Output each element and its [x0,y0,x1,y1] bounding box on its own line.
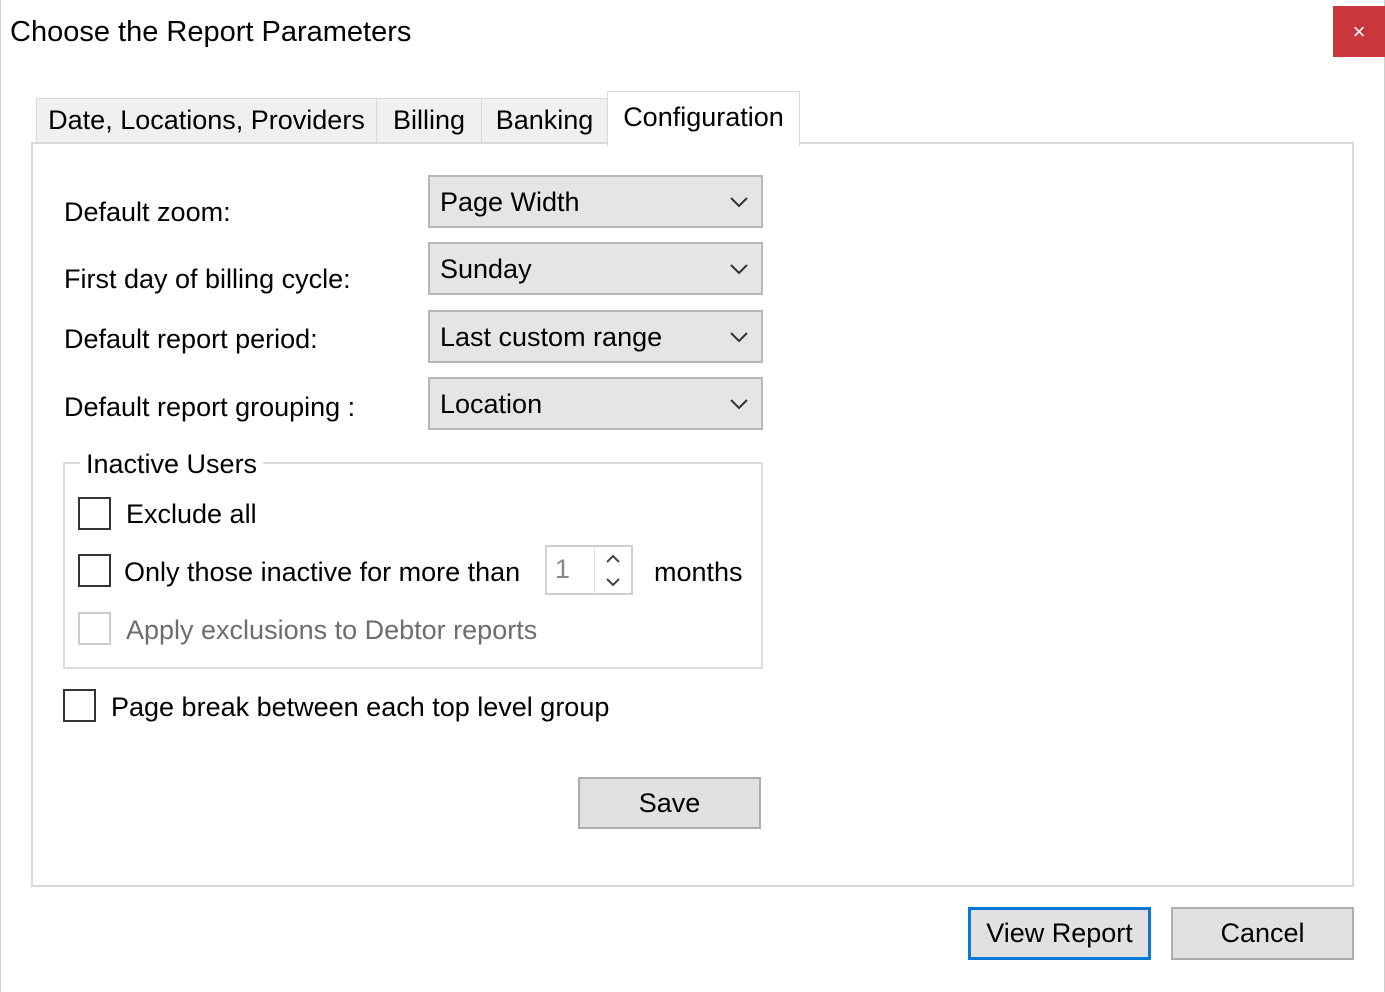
page-break-label[interactable]: Page break between each top level group [111,689,609,725]
tab-billing[interactable]: Billing [376,98,482,143]
exclude-all-checkbox[interactable] [78,497,111,530]
exclude-all-label[interactable]: Exclude all [126,496,257,532]
close-button[interactable]: × [1333,6,1385,57]
first-day-select[interactable]: Sunday [428,242,763,295]
apply-exclusions-label: Apply exclusions to Debtor reports [126,615,538,645]
chevron-down-icon [730,197,748,208]
first-day-label: First day of billing cycle: [64,264,351,294]
report-grouping-value: Location [440,389,543,419]
default-zoom-label: Default zoom: [64,197,231,227]
first-day-value: Sunday [440,254,532,284]
cancel-button[interactable]: Cancel [1171,907,1354,960]
view-report-button[interactable]: View Report [968,907,1151,960]
stepper-down-button[interactable] [595,570,631,593]
chevron-down-icon [730,264,748,275]
tab-banking[interactable]: Banking [481,98,608,143]
close-icon: × [1352,18,1366,44]
chevron-down-icon [730,399,748,410]
tab-date-locations-providers[interactable]: Date, Locations, Providers [36,98,377,143]
stepper-up-button[interactable] [595,547,631,570]
apply-exclusions-checkbox [78,612,111,645]
window-title: Choose the Report Parameters [10,16,412,48]
stepper-arrows [594,547,631,593]
page-break-checkbox[interactable] [63,689,96,722]
only-inactive-label[interactable]: Only those inactive for more than [124,554,520,590]
report-grouping-label: Default report grouping : [64,392,356,422]
only-inactive-checkbox[interactable] [78,554,111,587]
report-period-label: Default report period: [64,324,318,354]
inactive-users-legend: Inactive Users [80,446,264,482]
save-button[interactable]: Save [578,777,761,829]
months-value: 1 [555,554,571,584]
default-zoom-select[interactable]: Page Width [428,175,763,228]
arrow-up-icon [606,554,620,563]
months-stepper[interactable]: 1 [545,545,633,595]
months-suffix-label: months [654,557,743,587]
default-zoom-value: Page Width [440,187,580,217]
tab-configuration[interactable]: Configuration [607,91,800,146]
chevron-down-icon [730,332,748,343]
report-period-select[interactable]: Last custom range [428,310,763,363]
report-grouping-select[interactable]: Location [428,377,763,430]
report-period-value: Last custom range [440,322,663,352]
arrow-down-icon [606,577,620,586]
